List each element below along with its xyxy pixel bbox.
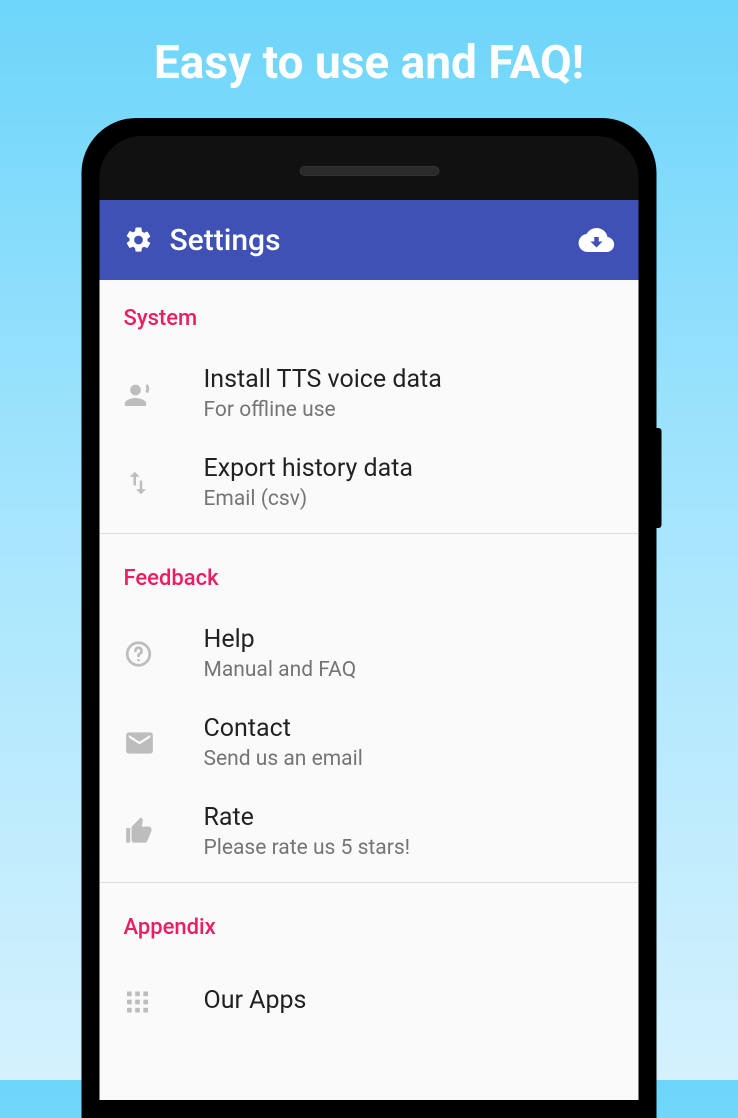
- app-bar-title: Settings: [170, 223, 579, 258]
- import-export-icon: [124, 468, 184, 498]
- cloud-download-icon[interactable]: [579, 222, 615, 258]
- item-subtitle: Send us an email: [204, 747, 615, 771]
- thumb-up-icon: [124, 816, 184, 848]
- item-subtitle: For offline use: [204, 398, 615, 422]
- divider: [100, 882, 639, 883]
- item-title: Export history data: [204, 454, 615, 483]
- item-install-tts[interactable]: Install TTS voice data For offline use: [100, 349, 639, 438]
- section-header-system: System: [100, 280, 639, 349]
- divider: [100, 533, 639, 534]
- app-bar: Settings: [100, 200, 639, 280]
- voice-over-icon: [124, 378, 184, 410]
- phone-side-button: [657, 428, 662, 528]
- section-header-feedback: Feedback: [100, 540, 639, 609]
- item-contact[interactable]: Contact Send us an email: [100, 698, 639, 787]
- phone-speaker: [299, 166, 439, 176]
- item-subtitle: Please rate us 5 stars!: [204, 836, 615, 860]
- apps-icon: [124, 988, 184, 1016]
- item-subtitle: Email (csv): [204, 487, 615, 511]
- hero-text: Easy to use and FAQ!: [0, 0, 738, 90]
- gear-icon: [124, 225, 154, 255]
- item-title: Rate: [204, 803, 615, 832]
- section-header-appendix: Appendix: [100, 889, 639, 958]
- item-title: Our Apps: [204, 986, 615, 1015]
- item-help[interactable]: Help Manual and FAQ: [100, 609, 639, 698]
- item-title: Contact: [204, 714, 615, 743]
- item-our-apps[interactable]: Our Apps: [100, 958, 639, 1046]
- phone-frame: Settings System Install TTS voice data F…: [82, 118, 657, 1118]
- app-screen: Settings System Install TTS voice data F…: [100, 200, 639, 1100]
- help-icon: [124, 639, 184, 669]
- item-subtitle: Manual and FAQ: [204, 658, 615, 682]
- item-rate[interactable]: Rate Please rate us 5 stars!: [100, 787, 639, 876]
- email-icon: [124, 727, 184, 759]
- item-title: Install TTS voice data: [204, 365, 615, 394]
- item-title: Help: [204, 625, 615, 654]
- item-export-history[interactable]: Export history data Email (csv): [100, 438, 639, 527]
